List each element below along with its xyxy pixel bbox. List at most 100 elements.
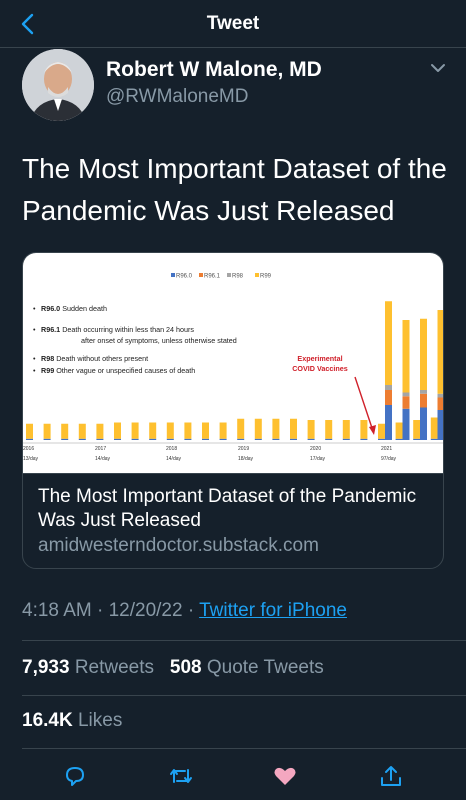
bar-segment bbox=[219, 422, 227, 439]
bar-segment bbox=[430, 417, 438, 439]
divider bbox=[22, 695, 466, 696]
bar-segment bbox=[325, 438, 333, 440]
bar-segment bbox=[395, 422, 403, 439]
definition-item: after onset of symptoms, unless otherwis… bbox=[81, 336, 237, 345]
rate-label: 13/day bbox=[23, 456, 39, 462]
definition-item: R96.1 Death occurring within less than 2… bbox=[41, 325, 194, 334]
bar-segment bbox=[402, 408, 410, 440]
bar-segment bbox=[413, 438, 421, 440]
separator: · bbox=[97, 600, 104, 621]
bar-segment bbox=[166, 438, 174, 440]
bar-segment bbox=[272, 418, 280, 439]
legend-swatch bbox=[199, 273, 203, 277]
bar-segment bbox=[430, 438, 438, 440]
bar-segment bbox=[114, 422, 121, 439]
quote-tweets-stat[interactable]: 508 Quote Tweets bbox=[170, 657, 324, 678]
author-handle[interactable]: @RWMaloneMD bbox=[106, 86, 248, 108]
bar-segment bbox=[385, 405, 392, 440]
bar-segment bbox=[254, 418, 262, 439]
bar-segment bbox=[184, 422, 192, 439]
card-image: R96.0 R96.1 R98 R99 • R96.0 Sudden death • R96… bbox=[23, 253, 443, 473]
year-label: 2019 bbox=[238, 446, 249, 452]
bar-segment bbox=[360, 420, 368, 439]
year-label: 2021 bbox=[381, 446, 392, 452]
bar-segment bbox=[78, 423, 86, 439]
rate-label: 18/day bbox=[238, 456, 254, 462]
year-label: 2020 bbox=[310, 446, 321, 452]
divider bbox=[22, 640, 466, 641]
rate-label: 17/day bbox=[310, 456, 326, 462]
card-title: The Most Important Dataset of the Pandem… bbox=[38, 486, 417, 531]
chart-annotation-line-1: Experimental bbox=[297, 354, 342, 363]
definition-bullet: • bbox=[33, 325, 36, 334]
link-card[interactable]: R96.0 R96.1 R98 R99 • R96.0 Sudden death • R96… bbox=[22, 252, 444, 569]
chevron-down-icon[interactable] bbox=[428, 60, 448, 76]
retweets-stat[interactable]: 7,933 Retweets bbox=[22, 657, 154, 678]
year-label: 2017 bbox=[95, 446, 106, 452]
engagement-stats: 7,933 Retweets 508 Quote Tweets bbox=[22, 657, 324, 679]
divider bbox=[22, 748, 466, 749]
bar-segment bbox=[272, 438, 280, 440]
bar-segment bbox=[149, 438, 157, 440]
like-icon[interactable] bbox=[272, 764, 298, 788]
legend-swatch bbox=[255, 273, 259, 277]
bar-segment bbox=[385, 301, 392, 385]
bar-segment bbox=[342, 420, 350, 439]
rate-label: 97/day bbox=[381, 456, 397, 462]
bar-segment bbox=[96, 423, 104, 439]
card-meta: The Most Important Dataset of the Pandem… bbox=[23, 473, 443, 568]
bar-segment bbox=[237, 438, 245, 440]
bar-segment bbox=[131, 422, 139, 439]
bar-segment bbox=[420, 393, 427, 408]
source-link[interactable]: Twitter for iPhone bbox=[199, 600, 347, 621]
bar-segment bbox=[43, 423, 51, 439]
likes-stat[interactable]: 16.4K Likes bbox=[22, 710, 122, 732]
bar-segment bbox=[78, 438, 86, 440]
bar-segment bbox=[61, 438, 69, 440]
rate-label: 14/day bbox=[166, 456, 182, 462]
year-label: 2018 bbox=[166, 446, 177, 452]
legend-swatch bbox=[227, 273, 231, 277]
top-bar: Tweet bbox=[0, 0, 466, 48]
retweet-icon[interactable] bbox=[168, 764, 194, 788]
reply-icon[interactable] bbox=[62, 764, 88, 788]
bar-segment bbox=[237, 418, 245, 439]
definition-item: R96.0 Sudden death bbox=[41, 304, 107, 313]
bar-segment bbox=[166, 422, 174, 439]
bar-segment bbox=[437, 397, 443, 410]
separator: · bbox=[187, 600, 195, 621]
page-title: Tweet bbox=[206, 13, 260, 34]
rate-label: 14/day bbox=[95, 456, 111, 462]
legend-label: R98 bbox=[232, 274, 244, 280]
chart-annotation-line-2: COVID Vaccines bbox=[292, 364, 348, 373]
bar-segment bbox=[420, 390, 427, 394]
bar-segment bbox=[26, 423, 33, 439]
tweet-time: 4:18 AM bbox=[22, 600, 92, 621]
bar-segment bbox=[437, 410, 443, 440]
annotation-arrowhead bbox=[369, 425, 376, 435]
definition-item: R99 Other vague or unspecified causes of… bbox=[41, 366, 195, 375]
author-name[interactable]: Robert W Malone, MD bbox=[106, 58, 322, 82]
bar-segment bbox=[385, 390, 392, 405]
tweet-timestamp: 4:18 AM · 12/20/22 · Twitter for iPhone bbox=[22, 600, 347, 622]
bar-segment bbox=[290, 418, 297, 439]
share-icon[interactable] bbox=[378, 764, 404, 788]
avatar[interactable] bbox=[22, 49, 94, 121]
bar-segment bbox=[254, 438, 262, 440]
legend-swatch bbox=[171, 273, 175, 277]
chart: R96.0 R96.1 R98 R99 • R96.0 Sudden death • R96… bbox=[23, 273, 443, 462]
definition-item: R98 Death without others present bbox=[41, 354, 148, 363]
bar-segment bbox=[184, 438, 192, 440]
bar-segment bbox=[360, 438, 368, 440]
bar-segment bbox=[307, 420, 315, 439]
bar-segment bbox=[402, 396, 410, 409]
bar-segment bbox=[307, 438, 315, 440]
bar-segment bbox=[378, 423, 385, 439]
bar-segment bbox=[420, 318, 427, 390]
bar-segment bbox=[395, 438, 403, 440]
year-label: 2016 bbox=[23, 446, 34, 452]
bar-segment bbox=[290, 438, 297, 440]
card-domain: amidwesterndoctor.substack.com bbox=[38, 535, 319, 556]
bar-segment bbox=[402, 320, 410, 393]
bar-segment bbox=[43, 438, 51, 440]
